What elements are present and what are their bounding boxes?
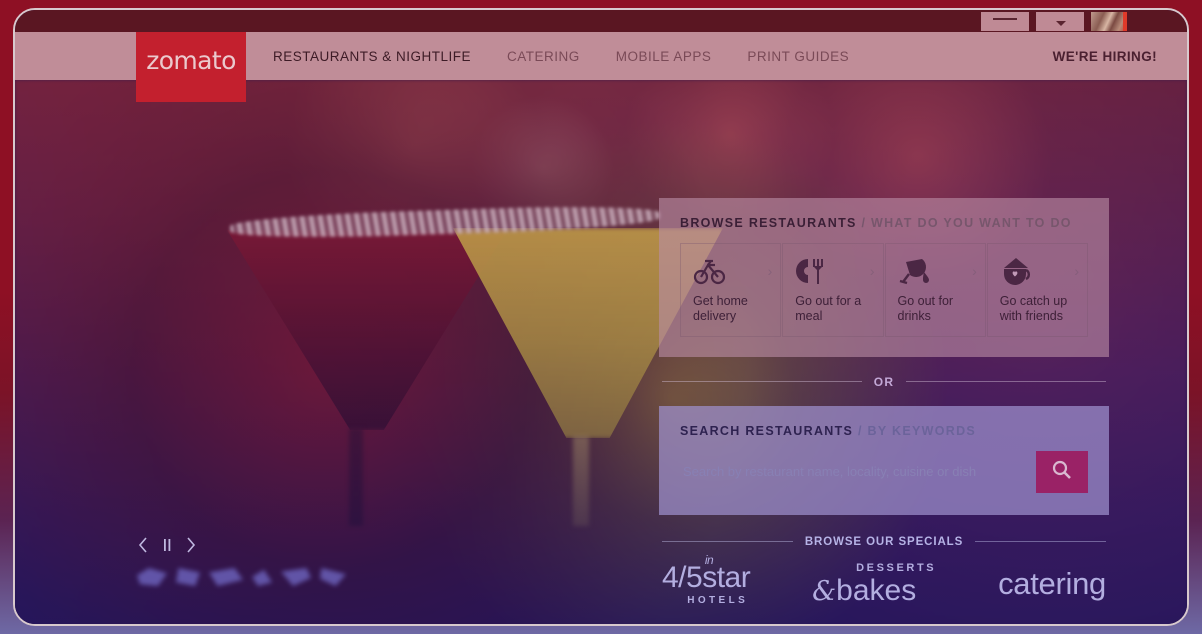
browse-tile-label: Go out for drinks [897, 294, 954, 323]
nav-items: RESTAURANTS & NIGHTLIFE CATERING MOBILE … [255, 32, 867, 80]
browse-tile-friends[interactable]: Go catch up with friends › [986, 243, 1088, 337]
specials-line-right [975, 541, 1106, 542]
divider-line-right [906, 381, 1106, 382]
special-catering[interactable]: catering [998, 566, 1106, 602]
coffee-cup-heart-icon [1000, 256, 1077, 286]
or-divider: OR [659, 375, 1109, 389]
chevron-down-icon [1056, 21, 1066, 26]
browse-tile-label: Go out for a meal [795, 294, 862, 323]
carousel-thumbnails[interactable] [137, 568, 346, 586]
special-desserts-top: DESSERTS [856, 561, 937, 574]
special-hotels[interactable]: in 4/5star HOTELS [662, 554, 751, 606]
chevron-left-icon[interactable] [137, 536, 149, 554]
wine-glass-icon [898, 256, 975, 286]
pause-icon[interactable] [161, 536, 173, 554]
search-button[interactable] [1036, 450, 1088, 493]
special-bakes-main: &bakes [812, 573, 936, 607]
specials-heading-label: BROWSE OUR SPECIALS [804, 535, 964, 548]
carousel-buttons [137, 536, 346, 554]
bicycle-icon [693, 256, 770, 286]
top-chrome-strip [15, 10, 1187, 32]
logo-text: zomato [146, 45, 236, 75]
login-button[interactable] [981, 12, 1029, 31]
browse-panel-title: BROWSE RESTAURANTS / WHAT DO YOU WANT TO… [680, 216, 1088, 230]
search-panel-title: SEARCH RESTAURANTS / BY KEYWORDS [680, 424, 1088, 438]
carousel-thumbnail[interactable] [209, 568, 243, 586]
ampersand-glyph: & [812, 575, 837, 607]
page-root: zomato RESTAURANTS & NIGHTLIFE CATERING … [0, 0, 1202, 634]
account-dropdown-button[interactable] [1036, 12, 1084, 31]
hiring-link[interactable]: WE'RE HIRING! [1053, 32, 1157, 80]
browse-specials-section: BROWSE OUR SPECIALS in 4/5star HOTELS DE… [659, 536, 1109, 606]
hero-section: BROWSE RESTAURANTS / WHAT DO YOU WANT TO… [15, 80, 1187, 624]
specials-line-left [662, 541, 793, 542]
browse-tile-drinks[interactable]: Go out for drinks › [884, 243, 986, 337]
chevron-right-icon: › [767, 263, 773, 279]
carousel-thumbnail[interactable] [176, 568, 200, 586]
special-hotels-sup: in [704, 552, 714, 567]
cutlery-icon [795, 256, 872, 286]
search-restaurants-panel: SEARCH RESTAURANTS / BY KEYWORDS [659, 405, 1109, 515]
browse-restaurants-panel: BROWSE RESTAURANTS / WHAT DO YOU WANT TO… [659, 198, 1109, 357]
browse-tile-label: Go catch up with friends [999, 294, 1068, 323]
browse-tile-meal[interactable]: Go out for a meal › [782, 243, 884, 337]
chevron-right-icon[interactable] [185, 536, 197, 554]
search-input[interactable] [680, 450, 1036, 493]
special-desserts-bakes[interactable]: DESSERTS &bakes [812, 561, 937, 607]
browse-tiles: Get home delivery › Go out for a meal › … [680, 243, 1088, 337]
browse-tile-home-delivery[interactable]: Get home delivery › [680, 243, 782, 337]
chevron-right-icon: › [972, 263, 977, 279]
browse-title-sub: / WHAT DO YOU WANT TO DO [861, 216, 1072, 230]
country-flag-button[interactable] [1091, 12, 1127, 31]
special-bakes-title: bakes [836, 573, 917, 607]
main-navbar: zomato RESTAURANTS & NIGHTLIFE CATERING … [15, 18, 1187, 102]
browser-frame: zomato RESTAURANTS & NIGHTLIFE CATERING … [13, 8, 1189, 626]
nav-item-print-guides[interactable]: PRINT GUIDES [729, 49, 867, 64]
carousel-thumbnail[interactable] [137, 568, 167, 586]
hero-right-column: BROWSE RESTAURANTS / WHAT DO YOU WANT TO… [659, 198, 1109, 606]
specials-items: in 4/5star HOTELS DESSERTS &bakes cateri… [662, 554, 1106, 607]
search-icon [1051, 459, 1073, 484]
or-label: OR [873, 374, 895, 389]
browse-tile-label: Get home delivery [693, 294, 748, 323]
browse-title-main: BROWSE RESTAURANTS [680, 216, 857, 230]
divider-line-left [662, 381, 862, 382]
search-title-sub: / BY KEYWORDS [857, 423, 977, 438]
special-hotels-main: in 4/5star [662, 554, 751, 593]
carousel-thumbnail[interactable] [252, 569, 272, 586]
nav-item-mobile-apps[interactable]: MOBILE APPS [598, 49, 730, 64]
special-hotels-sub: HOTELS [687, 594, 749, 606]
carousel-thumbnail[interactable] [281, 568, 311, 586]
carousel-thumbnail[interactable] [320, 568, 346, 586]
nav-item-restaurants[interactable]: RESTAURANTS & NIGHTLIFE [255, 49, 489, 64]
hero-carousel-controls [137, 536, 346, 586]
search-row [680, 450, 1088, 493]
login-label-glyph [993, 18, 1017, 20]
search-title-main: SEARCH RESTAURANTS [680, 423, 854, 438]
specials-heading: BROWSE OUR SPECIALS [662, 536, 1106, 548]
chevron-right-icon: › [869, 263, 875, 279]
chevron-right-icon: › [1074, 263, 1079, 279]
nav-item-catering[interactable]: CATERING [489, 49, 598, 64]
